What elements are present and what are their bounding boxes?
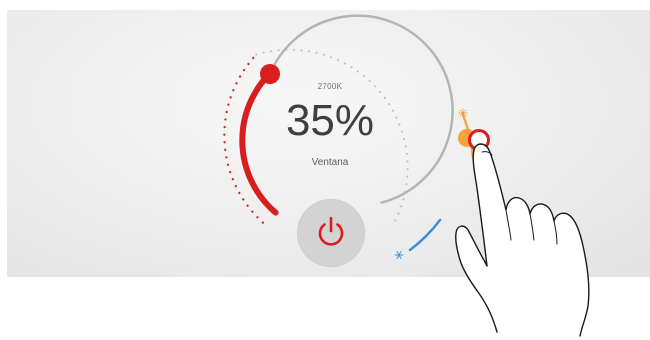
screen: 2700K 35% Ventana <box>0 0 650 340</box>
color-temperature-label: 2700K <box>317 82 343 91</box>
power-icon <box>318 216 344 246</box>
snowflake-icon <box>394 251 404 259</box>
dial-graphics <box>223 14 590 337</box>
power-button[interactable] <box>297 199 365 267</box>
brightness-level: 35% <box>285 96 375 145</box>
cool-temperature-arc <box>408 218 442 252</box>
zone-name: Ventana <box>311 157 349 168</box>
level-handle[interactable] <box>260 64 280 84</box>
hand-pointer-icon <box>455 143 590 337</box>
sun-icon <box>458 108 468 118</box>
